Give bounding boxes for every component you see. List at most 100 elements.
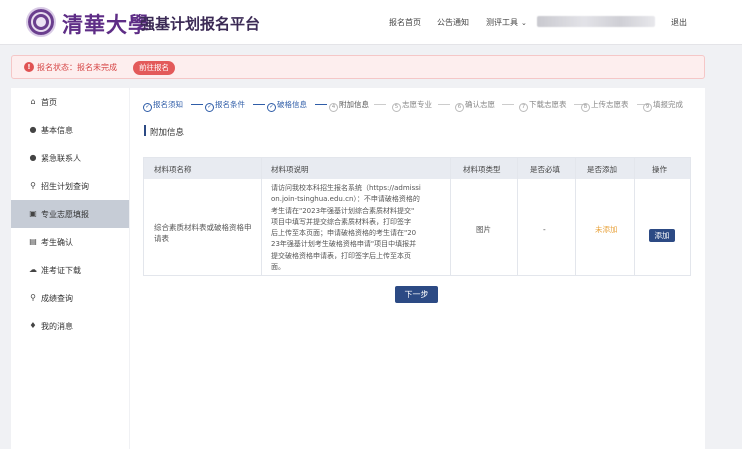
top-header: 清華大學 强基计划报名平台 报名首页 公告通知 测评工具 ⌄ 退出 bbox=[0, 0, 742, 45]
sidebar-item-label: 基本信息 bbox=[41, 126, 73, 135]
step-label: 志愿专业 bbox=[402, 100, 432, 109]
check-circle-icon: ✓ bbox=[205, 103, 214, 112]
nav-home[interactable]: 报名首页 bbox=[389, 17, 421, 28]
add-material-button[interactable]: 添加 bbox=[649, 229, 675, 242]
required-cell: - bbox=[543, 225, 546, 234]
material-description-cell: 请访问我校本科招生报名系统（https://admissi on.join-ts… bbox=[271, 183, 449, 273]
step-connector bbox=[253, 104, 265, 105]
description-line: 项目中填写并提交综合素质材料表，打印签字 bbox=[271, 217, 411, 226]
sidebar-item-enrollment-plan-query[interactable]: ⚲ 招生计划查询 bbox=[11, 172, 129, 200]
step-number-icon: 8 bbox=[581, 103, 590, 112]
sidebar-item-score-query[interactable]: ⚲ 成绩查询 bbox=[11, 284, 129, 312]
nav-assessment-tools-label: 测评工具 bbox=[486, 18, 518, 27]
sidebar-item-emergency-contact[interactable]: ● 紧急联系人 bbox=[11, 144, 129, 172]
description-line: 考生请在"2023年强基计划综合素质材料提交" bbox=[271, 206, 415, 215]
sidebar-item-admission-ticket[interactable]: ☁ 准考证下载 bbox=[11, 256, 129, 284]
university-name-logo: 清華大學 bbox=[62, 12, 150, 37]
user-icon: ● bbox=[29, 125, 37, 134]
step-complete[interactable]: 9 填报完成 bbox=[643, 99, 683, 112]
platform-title: 强基计划报名平台 bbox=[140, 15, 261, 33]
sidebar-item-basic-info[interactable]: ● 基本信息 bbox=[11, 116, 129, 144]
step-additional-info[interactable]: 4 附加信息 bbox=[329, 99, 369, 112]
sidebar-item-label: 我的消息 bbox=[41, 322, 73, 331]
section-accent-bar bbox=[144, 125, 146, 136]
sidebar-item-major-preference[interactable]: ▣ 专业志愿填报 bbox=[11, 200, 129, 228]
sidebar: ⌂ 首页 ● 基本信息 ● 紧急联系人 ⚲ 招生计划查询 ▣ 专业志愿填报 ▤ … bbox=[11, 88, 129, 449]
added-status-cell: 未添加 bbox=[595, 225, 618, 234]
column-header-required: 是否必填 bbox=[530, 165, 560, 174]
step-label: 填报完成 bbox=[653, 100, 683, 109]
main-panel: ✓ 报名须知 ✓ 报名条件 ✓ 破格信息 4 附加信息 5 志愿专业 6 确认志愿 7 下载志… bbox=[130, 88, 705, 449]
column-divider bbox=[450, 158, 451, 275]
form-icon: ▣ bbox=[29, 209, 37, 218]
description-line: 后上传至本页面；申请破格资格的考生请在"20 bbox=[271, 229, 417, 238]
column-divider bbox=[517, 158, 518, 275]
description-line: 面。 bbox=[271, 263, 285, 272]
document-icon: ▤ bbox=[29, 237, 37, 246]
sidebar-item-label: 首页 bbox=[41, 98, 57, 107]
sidebar-item-label: 成绩查询 bbox=[41, 294, 73, 303]
registration-status-text: 报名状态：报名未完成 bbox=[37, 63, 117, 72]
column-divider bbox=[575, 158, 576, 275]
step-label: 报名须知 bbox=[153, 100, 183, 109]
step-connector bbox=[502, 104, 514, 105]
section-title: 附加信息 bbox=[150, 128, 185, 138]
column-header-action: 操作 bbox=[652, 165, 667, 174]
step-connector bbox=[438, 104, 450, 105]
step-label: 上传志愿表 bbox=[591, 100, 629, 109]
registration-status-banner: ! 报名状态：报名未完成 前往报名 bbox=[11, 55, 705, 79]
column-divider bbox=[261, 158, 262, 275]
alert-icon: ! bbox=[24, 62, 34, 72]
go-register-button[interactable]: 前往报名 bbox=[133, 61, 175, 75]
step-label: 下载志愿表 bbox=[529, 100, 567, 109]
user-name-redacted[interactable] bbox=[537, 16, 655, 27]
material-type-cell: 图片 bbox=[476, 225, 491, 234]
sidebar-item-home[interactable]: ⌂ 首页 bbox=[11, 88, 129, 116]
materials-table: 材料项名称 材料项说明 材料项类型 是否必填 是否添加 操作 综合素质材料表或破… bbox=[143, 157, 691, 276]
sidebar-item-label: 专业志愿填报 bbox=[41, 210, 89, 219]
material-name-cell: 综合素质材料表或破格资格申请表 bbox=[154, 223, 252, 243]
step-number-icon: 5 bbox=[392, 103, 401, 112]
logout-link[interactable]: 退出 bbox=[671, 17, 687, 28]
column-header-material-name: 材料项名称 bbox=[154, 165, 192, 174]
step-label: 破格信息 bbox=[277, 100, 307, 109]
search-icon: ⚲ bbox=[30, 293, 36, 302]
sidebar-item-my-messages[interactable]: ♦ 我的消息 bbox=[11, 312, 129, 340]
step-upload-form[interactable]: 8 上传志愿表 bbox=[581, 99, 629, 112]
bell-icon: ♦ bbox=[29, 321, 37, 330]
cloud-download-icon: ☁ bbox=[29, 265, 37, 274]
step-label: 报名条件 bbox=[215, 100, 245, 109]
home-icon: ⌂ bbox=[30, 97, 36, 106]
sidebar-item-candidate-confirm[interactable]: ▤ 考生确认 bbox=[11, 228, 129, 256]
nav-assessment-tools[interactable]: 测评工具 ⌄ bbox=[486, 17, 527, 28]
sidebar-item-label: 紧急联系人 bbox=[41, 154, 81, 163]
description-line: 23年强基计划考生破格资格申请"项目中填报并 bbox=[271, 240, 417, 249]
step-connector bbox=[315, 104, 327, 105]
description-line: 请访问我校本科招生报名系统（https://admissi bbox=[271, 184, 421, 192]
step-number-icon: 6 bbox=[455, 103, 464, 112]
step-registration-conditions[interactable]: ✓ 报名条件 bbox=[205, 99, 245, 112]
step-confirm-preference[interactable]: 6 确认志愿 bbox=[455, 99, 495, 112]
sidebar-item-label: 考生确认 bbox=[41, 238, 73, 247]
check-circle-icon: ✓ bbox=[143, 103, 152, 112]
step-registration-notice[interactable]: ✓ 报名须知 bbox=[143, 99, 183, 112]
column-header-added: 是否添加 bbox=[587, 165, 617, 174]
user-icon: ● bbox=[29, 153, 37, 162]
description-line: on.join-tsinghua.edu.cn）：不申请破格资格的 bbox=[271, 195, 420, 204]
step-label: 附加信息 bbox=[339, 100, 369, 109]
sidebar-item-label: 招生计划查询 bbox=[41, 182, 89, 191]
nav-announcements[interactable]: 公告通知 bbox=[437, 17, 469, 28]
step-download-form[interactable]: 7 下载志愿表 bbox=[519, 99, 567, 112]
step-exceptional-info[interactable]: ✓ 破格信息 bbox=[267, 99, 307, 112]
sidebar-item-label: 准考证下载 bbox=[41, 266, 81, 275]
step-preferred-major[interactable]: 5 志愿专业 bbox=[392, 99, 432, 112]
search-icon: ⚲ bbox=[30, 181, 36, 190]
next-step-button[interactable]: 下一步 bbox=[395, 286, 438, 303]
column-header-material-type: 材料项类型 bbox=[463, 165, 501, 174]
description-line: 提交破格资格申请表，打印签字后上传至本页 bbox=[271, 251, 411, 260]
step-number-icon: 4 bbox=[329, 103, 338, 112]
step-number-icon: 9 bbox=[643, 103, 652, 112]
chevron-down-icon: ⌄ bbox=[521, 19, 527, 27]
step-connector bbox=[374, 104, 386, 105]
university-seal-logo bbox=[26, 7, 56, 37]
